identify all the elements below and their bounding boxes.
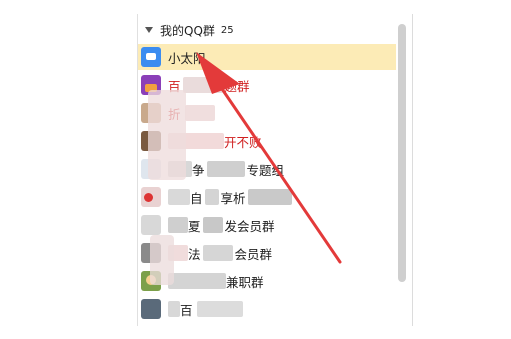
expand-triangle-icon[interactable] xyxy=(145,27,153,33)
list-item[interactable]: 法 会员群 xyxy=(138,240,396,266)
scrollbar-thumb[interactable] xyxy=(398,24,406,282)
blur-patch xyxy=(150,235,174,285)
list-item-label-suffix: 会员群 xyxy=(234,246,273,262)
list-item-label-suffix: 享析 xyxy=(220,190,246,206)
list-item-label-suffix: 兼职群 xyxy=(226,274,264,290)
list-item-label: 争 xyxy=(192,162,205,178)
group-avatar xyxy=(141,187,161,207)
list-item-label: 百 xyxy=(180,302,193,318)
group-name: 我的QQ群 xyxy=(160,23,215,38)
list-item-label: 自 xyxy=(190,190,203,206)
list-item-label-suffix: 题群 xyxy=(224,78,250,94)
list-item-label: 小太阳 xyxy=(168,50,206,66)
list-item-label: 法 xyxy=(188,246,201,262)
group-header[interactable]: 我的QQ群 25 xyxy=(138,17,396,43)
list-item-label-suffix: 发会员群 xyxy=(224,218,275,234)
list-item[interactable]: 自 享析 xyxy=(138,184,396,210)
list-item[interactable]: 小太阳 xyxy=(138,44,396,70)
list-item[interactable]: 百 xyxy=(138,296,396,322)
group-avatar xyxy=(141,215,161,235)
list-item-label-suffix: 专题组 xyxy=(246,162,285,178)
group-count: 25 xyxy=(220,24,234,36)
list-item[interactable]: 夏 发会员群 xyxy=(138,212,396,238)
list-item-label: 夏 xyxy=(188,218,201,234)
blur-patch xyxy=(148,90,186,180)
group-avatar xyxy=(141,299,161,319)
list-item-label-suffix: 开不败 xyxy=(224,134,262,150)
list-item[interactable]: 兼职群 xyxy=(138,268,396,294)
chat-bubble-icon xyxy=(141,47,161,67)
